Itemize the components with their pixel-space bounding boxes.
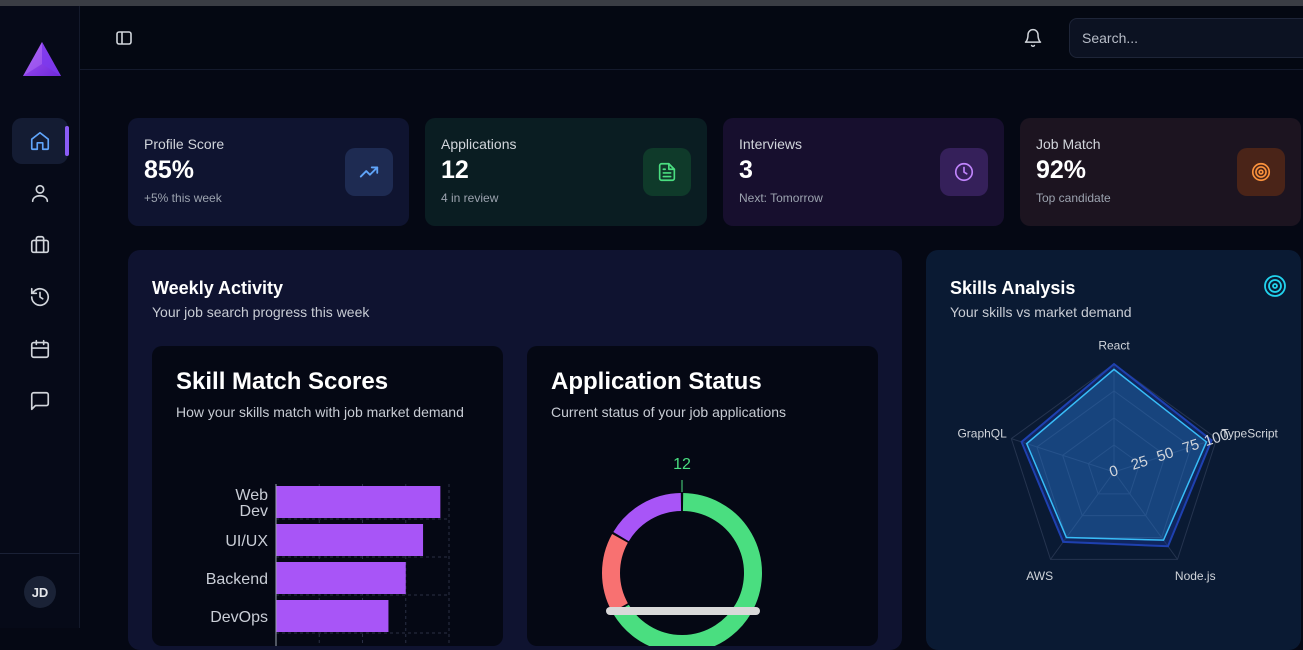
sidebar-item-home[interactable]: [12, 118, 69, 164]
clock-icon: [954, 162, 974, 182]
tick-label: Web Dev: [235, 487, 268, 520]
sidebar-item-messages[interactable]: [12, 378, 68, 424]
slice-2: [613, 493, 682, 542]
panel-subtitle: Your job search progress this week: [152, 304, 370, 320]
radar-axis-label: AWS: [1026, 569, 1053, 583]
tick-label: Backend: [206, 571, 268, 588]
user-icon: [31, 184, 49, 203]
stat-card-profile-score: Profile Score 85% +5% this week: [128, 118, 409, 226]
weekly-activity-panel: Weekly Activity Your job search progress…: [128, 250, 902, 650]
stat-card-interviews: Interviews 3 Next: Tomorrow: [723, 118, 1004, 226]
panel-title: Weekly Activity: [152, 278, 284, 298]
sidebar: JD: [0, 6, 80, 628]
stat-card-job-match: Job Match 92% Top candidate: [1020, 118, 1301, 226]
sidebar-divider: [0, 553, 80, 554]
bar-2: [276, 562, 406, 594]
slice-1: [602, 534, 629, 612]
skill-match-chart: Web Dev UI/UX Backend DevOps: [206, 484, 450, 646]
tick-label-line: Web: [235, 487, 268, 504]
sidebar-item-profile[interactable]: [12, 170, 68, 216]
skills-analysis-panel: Skills Analysis Your skills vs market de…: [926, 250, 1301, 650]
horizontal-scrollbar[interactable]: [606, 607, 760, 615]
radar-axis-label: React: [1098, 339, 1130, 353]
tick-label-line: Dev: [240, 503, 268, 520]
skill-match-card: Skill Match Scores How your skills match…: [152, 346, 503, 646]
sidebar-item-history[interactable]: [12, 274, 68, 320]
bar-0: [276, 486, 441, 518]
document-icon: [658, 162, 676, 182]
avatar[interactable]: JD: [24, 576, 56, 608]
radar-axis-label: GraphQL: [957, 427, 1007, 441]
stat-icon-box: [1237, 148, 1285, 196]
briefcase-icon: [30, 235, 50, 254]
tick-label: UI/UX: [225, 533, 268, 550]
topbar: [80, 6, 1303, 70]
trending-up-icon: [359, 166, 379, 178]
message-icon: [30, 391, 50, 411]
stat-icon-box: [643, 148, 691, 196]
radar-axis-label: Node.js: [1175, 569, 1216, 583]
bell-icon[interactable]: [1023, 28, 1043, 48]
logo-icon[interactable]: [22, 42, 62, 82]
calendar-icon: [30, 339, 50, 359]
sidebar-toggle-icon[interactable]: [114, 28, 134, 48]
sidebar-item-calendar[interactable]: [12, 326, 68, 372]
stat-card-applications: Applications 12 4 in review: [425, 118, 707, 226]
slice-label: 12: [673, 456, 691, 473]
search-input[interactable]: [1069, 18, 1303, 58]
skills-radar-chart: ReactTypeScriptNode.jsAWSGraphQL0 25 50 75 1…: [957, 339, 1278, 584]
radar-tick-label: 100: [1202, 426, 1231, 450]
tick-label: DevOps: [210, 609, 268, 626]
home-icon: [30, 131, 50, 151]
bar-3: [276, 600, 389, 632]
target-icon: [1251, 162, 1271, 182]
stat-icon-box: [345, 148, 393, 196]
application-status-chart: 12: [602, 456, 762, 646]
stat-icon-box: [940, 148, 988, 196]
bar-1: [276, 524, 424, 556]
application-status-card: Application Status Current status of you…: [527, 346, 878, 646]
sidebar-item-jobs[interactable]: [12, 222, 68, 268]
history-icon: [30, 287, 50, 307]
